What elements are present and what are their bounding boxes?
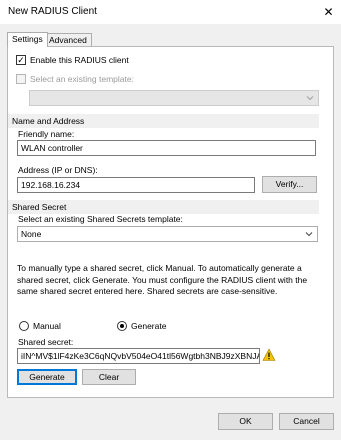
shared-secret-label: Shared secret:	[18, 337, 74, 347]
chevron-down-icon	[305, 232, 313, 237]
shared-secret-description: To manually type a shared secret, click …	[17, 263, 308, 296]
existing-template-checkbox[interactable]	[16, 74, 26, 84]
generate-radio[interactable]	[117, 321, 127, 331]
manual-label: Manual	[33, 321, 61, 331]
secret-template-label: Select an existing Shared Secrets templa…	[18, 214, 183, 224]
warning-icon	[262, 348, 276, 361]
manual-radio[interactable]	[19, 321, 29, 331]
radio-selected-dot	[120, 324, 124, 328]
shared-secret-field[interactable]: iIN^MV$1lF4zKe3C6qNQvbV504eO41tl56Wgtbh3…	[17, 348, 260, 364]
friendly-name-field[interactable]: WLAN controller	[17, 140, 316, 156]
existing-template-select[interactable]	[29, 90, 319, 106]
tab-advanced[interactable]: Advanced	[44, 33, 92, 47]
friendly-name-label: Friendly name:	[18, 129, 75, 139]
enable-client-checkbox[interactable]: ✓	[16, 55, 26, 65]
address-field[interactable]: 192.168.16.234	[17, 177, 255, 193]
generate-button[interactable]: Generate	[17, 369, 77, 385]
checkmark-icon: ✓	[17, 54, 25, 65]
close-button[interactable]: ✕	[316, 0, 341, 24]
name-address-header: Name and Address	[8, 114, 319, 128]
secret-template-select[interactable]: None	[17, 226, 318, 242]
ok-button[interactable]: OK	[218, 413, 273, 430]
cancel-button[interactable]: Cancel	[279, 413, 334, 430]
window-title: New RADIUS Client	[8, 6, 97, 17]
generate-label: Generate	[131, 321, 167, 331]
clear-button[interactable]: Clear	[82, 369, 136, 385]
address-label: Address (IP or DNS):	[18, 165, 98, 175]
enable-client-label: Enable this RADIUS client	[30, 55, 129, 65]
tab-settings[interactable]: Settings	[7, 32, 48, 47]
verify-button[interactable]: Verify...	[262, 176, 317, 193]
close-icon: ✕	[323, 5, 334, 19]
shared-secret-header: Shared Secret	[8, 200, 319, 214]
existing-template-label: Select an existing template:	[30, 74, 134, 84]
chevron-down-icon	[306, 96, 314, 101]
